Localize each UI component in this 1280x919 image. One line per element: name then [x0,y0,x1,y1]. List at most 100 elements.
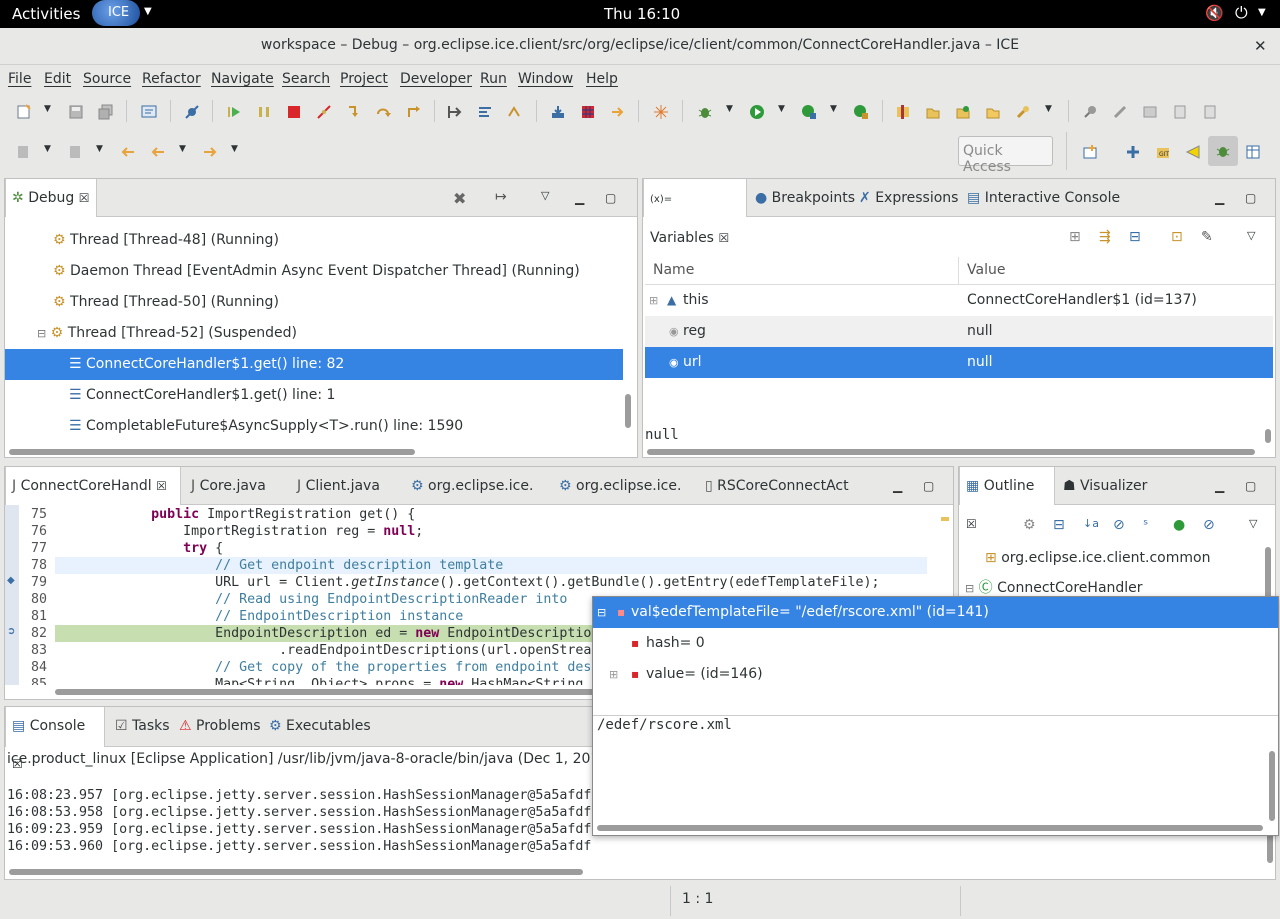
next-edit-dropdown-icon[interactable]: ▼ [96,144,103,154]
maximize-icon[interactable]: ▢ [1245,479,1256,493]
tab-interactive-console[interactable]: ▤ Interactive Console [961,179,1126,217]
new-class-icon[interactable] [955,104,971,120]
edit-value-icon[interactable]: ✎ [1201,229,1213,245]
menu-run[interactable]: Run [480,71,507,87]
tree-row[interactable]: ☰ ConnectCoreHandler$1.get() line: 1 [5,380,623,411]
back-icon[interactable] [150,144,166,160]
use-step-filters-icon[interactable] [477,104,493,120]
hide-fields-icon[interactable]: ⊘ [1113,517,1125,533]
step-filters-icon[interactable]: ↦ [495,189,507,205]
search-tool-icon[interactable] [1015,104,1031,120]
column-value-header[interactable]: Value [967,262,1005,278]
menu-file[interactable]: File [8,71,31,87]
new-watch-icon[interactable]: ⊡ [1171,229,1183,245]
perspective-arrow-icon[interactable] [1185,144,1201,160]
horizontal-scrollbar[interactable] [647,449,1255,455]
variable-row[interactable]: ⊞ ▲ this ConnectCoreHandler$1 (id=137) [645,285,1273,316]
grid-icon[interactable] [580,104,596,120]
next-edit-icon[interactable] [68,144,84,160]
run-icon[interactable] [749,104,765,120]
vertical-scrollbar[interactable] [1265,547,1271,599]
forward-arrow-icon[interactable] [610,104,626,120]
last-edit-icon[interactable] [16,144,32,160]
remove-terminated-icon[interactable]: ✖ [453,189,466,208]
system-menu-chevron-icon[interactable]: ▼ [1258,7,1266,18]
drop-to-frame-icon[interactable] [447,104,463,120]
back-dropdown-icon[interactable]: ▼ [179,144,186,154]
minimize-icon[interactable]: ▁ [1215,479,1224,493]
perspective-table-icon[interactable] [1245,144,1261,160]
tab-rscoreconnectact[interactable]: ▯ RSCoreConnectAct [699,467,855,505]
tree-row[interactable]: ⚙ Daemon Thread [EventAdmin Async Event … [5,256,623,287]
resume-icon[interactable] [226,104,242,120]
last-edit-dropdown-icon[interactable]: ▼ [44,144,51,154]
view-menu-icon[interactable]: ▽ [1249,517,1257,530]
tree-row[interactable]: ☰ CompletableFuture$AsyncSupply<T>.run()… [5,411,623,442]
close-tab-icon[interactable]: ☒ [79,191,90,205]
disconnect-icon[interactable] [316,104,332,120]
app-menu-chevron-icon[interactable]: ▼ [144,6,152,17]
tab-org-eclipse-ice-1[interactable]: ⚙ org.eclipse.ice. [405,467,539,505]
forward-icon[interactable] [202,144,218,160]
tab-connectcorehandler[interactable]: J ConnectCoreHandl ☒ [5,467,181,505]
minimize-icon[interactable]: ▁ [575,191,584,205]
tab-console[interactable]: ▤ Console ☒ [5,707,105,771]
step-return-icon[interactable] [406,104,422,120]
menu-edit[interactable]: Edit [44,71,71,87]
show-logical-structure-icon[interactable]: ⇶ [1099,229,1111,245]
forward-dropdown-icon[interactable]: ▼ [231,144,238,154]
app-menu-icon[interactable]: ICE [92,0,140,26]
column-name-header[interactable]: Name [653,262,694,278]
next-annotation-icon[interactable] [1202,104,1218,120]
tab-variables[interactable]: (x)= Variables ☒ [643,179,747,246]
clock[interactable]: Thu 16:10 [604,5,680,23]
minimize-icon[interactable]: ▁ [893,479,902,493]
annotation-icon[interactable] [1142,104,1158,120]
tab-executables[interactable]: ⚙ Executables [263,707,377,745]
overview-ruler-marker[interactable] [941,517,949,521]
vertical-scrollbar[interactable] [1269,751,1275,821]
tab-outline[interactable]: ▦ Outline ☒ [959,467,1055,531]
save-all-icon[interactable] [98,104,114,120]
sparkle-icon[interactable] [653,104,669,120]
perspective-debug-active[interactable] [1208,136,1238,166]
breakpoint-marker-icon[interactable]: ◆ [7,575,15,586]
close-window-icon[interactable]: ✕ [1254,37,1267,55]
collapse-icon[interactable]: ⊟ [597,597,606,628]
horizontal-scrollbar[interactable] [55,689,595,695]
minimize-icon[interactable]: ▁ [1215,191,1224,205]
run-dropdown-icon[interactable]: ▼ [778,104,785,114]
tree-row[interactable]: ⊟ ⚙ Thread [Thread-52] (Suspended) [5,318,623,349]
tab-org-eclipse-ice-2[interactable]: ⚙ org.eclipse.ice. [553,467,687,505]
pen-icon[interactable] [1112,104,1128,120]
menu-developer[interactable]: Developer [400,71,472,87]
variable-row[interactable]: ◉ reg null [645,316,1273,347]
hover-row[interactable]: ▪ hash= 0 [593,628,1278,659]
hover-row-selected[interactable]: ⊟ ▪ val$edefTemplateFile= "/edef/rscore.… [593,597,1278,628]
debug-dropdown-icon[interactable]: ▼ [726,104,733,114]
tab-core-java[interactable]: J Core.java [185,467,272,505]
power-icon[interactable]: ⏻ [1235,3,1248,23]
suspend-icon[interactable] [256,104,272,120]
quick-access-input[interactable]: Quick Access [958,136,1053,175]
tree-row-selected[interactable]: ☰ ConnectCoreHandler$1.get() line: 82 [5,349,623,380]
tab-visualizer[interactable]: ☗ Visualizer [1057,467,1153,505]
tab-tasks[interactable]: ☑ Tasks [109,707,176,745]
maximize-icon[interactable]: ▢ [923,479,934,493]
hide-static-icon[interactable]: ˢ [1143,517,1148,533]
horizontal-scrollbar[interactable] [597,825,1263,831]
collapse-all-icon[interactable]: ⊟ [1129,229,1141,245]
hover-row[interactable]: ⊞ ▪ value= (id=146) [593,659,1278,690]
open-folder-icon[interactable] [985,104,1001,120]
maximize-icon[interactable]: ▢ [1245,191,1256,205]
run-to-line-icon[interactable] [507,104,523,120]
terminate-icon[interactable] [286,104,302,120]
maximize-icon[interactable]: ▢ [605,191,616,205]
hide-non-public-icon[interactable]: ● [1173,517,1185,533]
close-tab-icon[interactable]: ☒ [156,479,167,493]
view-menu-icon[interactable]: ▽ [541,189,549,202]
collapse-icon[interactable]: ⊟ [37,327,46,340]
new-dropdown-icon[interactable]: ▼ [44,104,51,114]
perspective-git-icon[interactable]: GIT [1155,144,1171,160]
menu-source[interactable]: Source [83,71,131,87]
